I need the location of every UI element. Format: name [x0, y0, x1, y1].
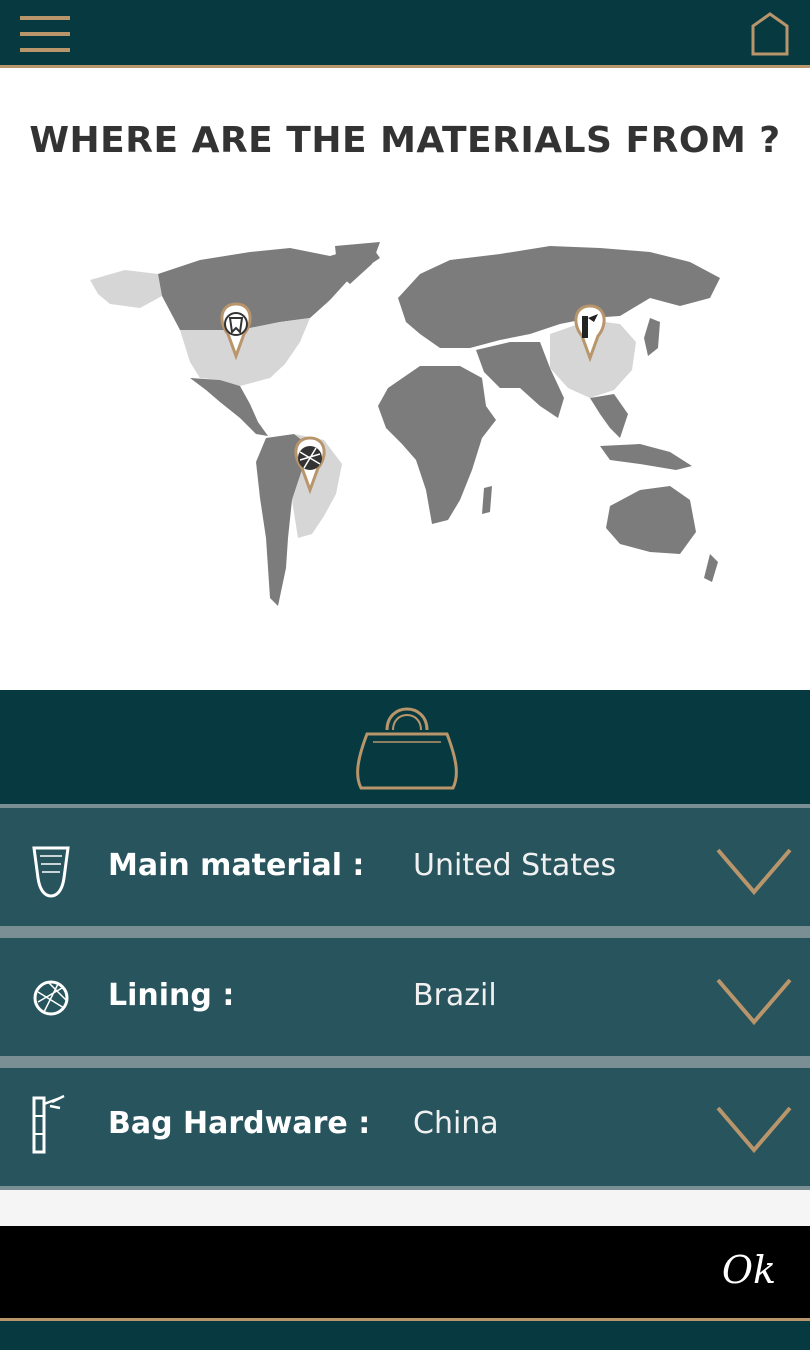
indonesia-region	[600, 444, 692, 470]
material-row-hardware[interactable]: Bag Hardware : China	[0, 1068, 810, 1186]
mexico-region	[190, 378, 268, 436]
materials-list: Main material : United States Lining : B…	[0, 804, 810, 1190]
southeast-asia-region	[590, 394, 628, 438]
material-row-lining[interactable]: Lining : Brazil	[0, 938, 810, 1056]
new-zealand-region	[704, 554, 718, 582]
hardware-icon	[32, 1094, 65, 1154]
material-value: Brazil	[413, 978, 497, 1013]
africa-region	[378, 366, 496, 524]
chevron-down-icon[interactable]	[716, 1104, 792, 1154]
material-label: Lining :	[108, 978, 235, 1013]
home-icon[interactable]	[750, 12, 790, 56]
madagascar-region	[482, 486, 492, 514]
ok-button[interactable]: Ok	[722, 1248, 776, 1292]
bottom-bar	[0, 1318, 810, 1350]
page-title: WHERE ARE THE MATERIALS FROM ?	[29, 120, 781, 161]
material-row-main[interactable]: Main material : United States	[0, 808, 810, 926]
chevron-down-icon[interactable]	[716, 976, 792, 1026]
world-map	[90, 242, 720, 606]
spacer	[0, 1190, 810, 1226]
material-label: Main material :	[108, 848, 365, 883]
australia-region	[606, 486, 696, 554]
material-value: China	[413, 1106, 499, 1141]
yarn-ball-icon	[33, 980, 69, 1016]
ok-bar: Ok	[0, 1226, 810, 1318]
hamburger-menu-icon[interactable]	[20, 16, 70, 52]
handbag-icon	[356, 707, 458, 790]
japan-region	[644, 318, 660, 356]
material-label: Bag Hardware :	[108, 1106, 371, 1141]
chevron-down-icon[interactable]	[716, 846, 792, 896]
tooth-icon	[32, 846, 70, 898]
material-value: United States	[413, 848, 617, 883]
top-bar	[0, 0, 810, 68]
alaska-region	[90, 270, 162, 308]
